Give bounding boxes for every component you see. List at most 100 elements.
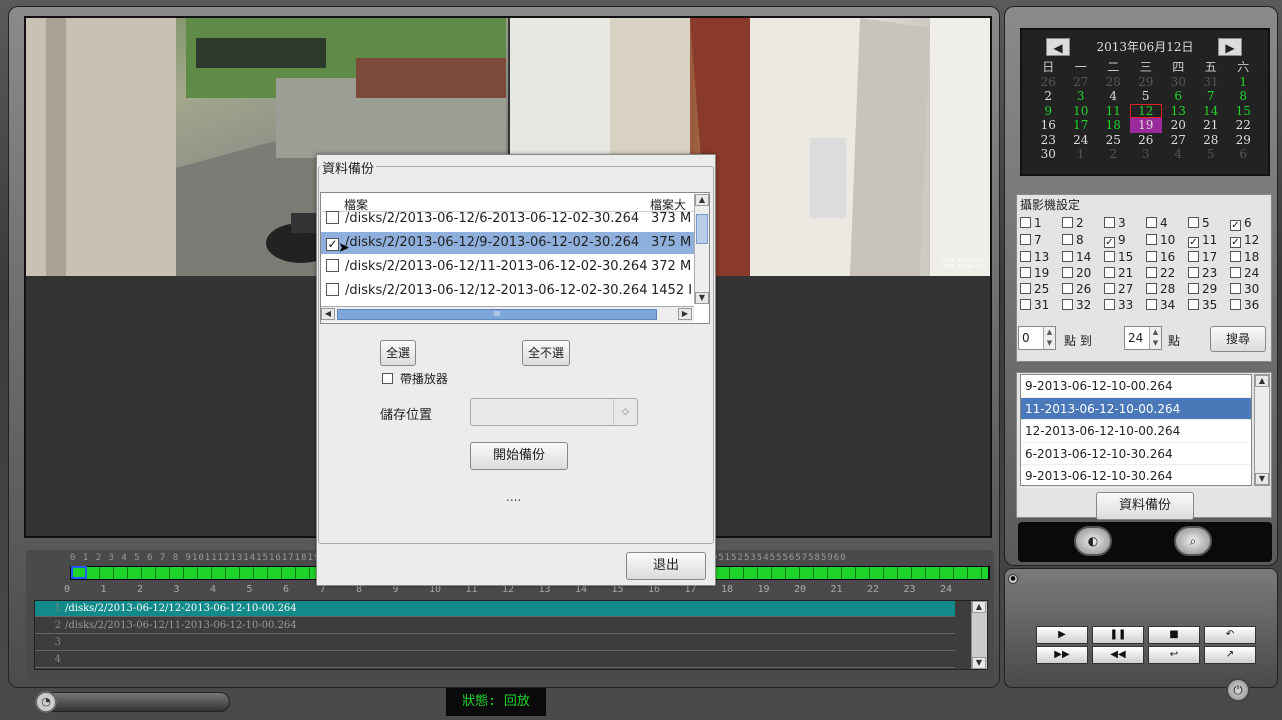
calendar-day[interactable]: 15 xyxy=(1227,104,1260,119)
speaker-icon[interactable]: ◔ xyxy=(35,691,57,713)
play-icon[interactable]: ▶ xyxy=(1036,626,1088,644)
calendar-day[interactable]: 20 xyxy=(1162,118,1195,133)
record-list-item[interactable]: 6-2013-06-12-10-30.264 xyxy=(1021,443,1251,465)
checkbox-icon[interactable] xyxy=(1230,299,1241,310)
checkbox-icon[interactable] xyxy=(1146,283,1157,294)
camera-checkbox-35[interactable]: 35 xyxy=(1188,298,1230,312)
calendar-day[interactable]: 6 xyxy=(1227,147,1260,162)
checkbox-icon[interactable]: ✓ xyxy=(1104,237,1115,248)
next-month-icon[interactable]: ▶ xyxy=(1218,38,1242,56)
checkbox-icon[interactable] xyxy=(1146,267,1157,278)
calendar-day[interactable]: 17 xyxy=(1065,118,1098,133)
exit-button[interactable]: 退出 xyxy=(626,552,706,580)
backup-table-row[interactable]: /disks/2/2013-06-12/12-2013-06-12-02-30.… xyxy=(321,280,694,302)
camera-checkbox-36[interactable]: 36 xyxy=(1230,298,1272,312)
camera-checkbox-18[interactable]: 18 xyxy=(1230,250,1272,264)
calendar-day[interactable]: 24 xyxy=(1065,133,1098,148)
checkbox-icon[interactable] xyxy=(326,283,339,296)
record-list-item[interactable]: 9-2013-06-12-10-00.264 xyxy=(1021,375,1251,398)
step-back-icon[interactable]: ↶ xyxy=(1204,626,1256,644)
checkbox-icon[interactable] xyxy=(1062,267,1073,278)
calendar-day[interactable]: 28 xyxy=(1195,133,1228,148)
calendar-day[interactable]: 30 xyxy=(1162,75,1195,90)
checkbox-icon[interactable] xyxy=(1020,299,1031,310)
playback-search-icon[interactable]: ⌕ xyxy=(1174,526,1212,556)
checkbox-icon[interactable] xyxy=(1062,217,1073,228)
calendar-day[interactable]: 5 xyxy=(1195,147,1228,162)
volume-slider[interactable]: ◔ xyxy=(35,691,230,713)
to-hour-stepper[interactable]: 24 ▲ ▼ xyxy=(1124,326,1162,350)
checkbox-icon[interactable] xyxy=(1020,283,1031,294)
checkbox-icon[interactable]: ✓ xyxy=(1230,220,1241,231)
scroll-thumb[interactable]: III xyxy=(337,309,657,320)
checkbox-icon[interactable]: ✓ xyxy=(1188,237,1199,248)
camera-checkbox-11[interactable]: ✓ 11 xyxy=(1188,233,1230,248)
redo-icon[interactable]: ↗ xyxy=(1204,646,1256,664)
camera-checkbox-27[interactable]: 27 xyxy=(1104,282,1146,296)
checkbox-icon[interactable] xyxy=(1104,267,1115,278)
checkbox-icon[interactable] xyxy=(1188,251,1199,262)
checkbox-icon[interactable] xyxy=(1188,217,1199,228)
camera-checkbox-20[interactable]: 20 xyxy=(1062,266,1104,280)
checkbox-icon[interactable] xyxy=(1146,217,1157,228)
checkbox-icon[interactable] xyxy=(1146,234,1157,245)
camera-checkbox-31[interactable]: 31 xyxy=(1020,298,1062,312)
timeline-cursor[interactable] xyxy=(71,566,87,579)
calendar-day[interactable]: 14 xyxy=(1195,104,1228,119)
save-location-select[interactable]: ◇ xyxy=(470,398,638,426)
calendar-day[interactable]: 18 xyxy=(1097,118,1130,133)
camera-checkbox-12[interactable]: ✓ 12 xyxy=(1230,233,1272,248)
calendar-day[interactable]: 11 xyxy=(1097,104,1130,119)
camera-checkbox-33[interactable]: 33 xyxy=(1104,298,1146,312)
calendar-day[interactable]: 13 xyxy=(1162,104,1195,119)
table-hscrollbar[interactable]: ◀ III ▶ xyxy=(321,306,694,322)
checkbox-icon[interactable] xyxy=(1230,251,1241,262)
checkbox-icon[interactable] xyxy=(1104,299,1115,310)
calendar-day[interactable]: 1 xyxy=(1065,147,1098,162)
camera-checkbox-19[interactable]: 19 xyxy=(1020,266,1062,280)
record-list-item[interactable]: 12-2013-06-12-10-00.264 xyxy=(1021,420,1251,443)
checkbox-icon[interactable] xyxy=(1020,251,1031,262)
record-list-scrollbar[interactable]: ▲ ▼ xyxy=(1254,374,1270,486)
calendar-day[interactable]: 8 xyxy=(1227,89,1260,104)
calendar-day[interactable]: 5 xyxy=(1130,89,1163,104)
calendar-day[interactable]: 7 xyxy=(1195,89,1228,104)
with-player-checkbox[interactable]: 帶播放器 xyxy=(382,370,448,387)
camera-checkbox-1[interactable]: 1 xyxy=(1020,216,1062,231)
calendar-day[interactable]: 6 xyxy=(1162,89,1195,104)
calendar-day[interactable]: 9 xyxy=(1032,104,1065,119)
camera-checkbox-10[interactable]: 10 xyxy=(1146,233,1188,248)
checkbox-icon[interactable] xyxy=(1062,234,1073,245)
checkbox-icon[interactable] xyxy=(1104,283,1115,294)
scroll-thumb[interactable] xyxy=(696,214,708,244)
backup-table-row[interactable]: /disks/2/2013-06-12/6-2013-06-12-02-30.2… xyxy=(321,208,694,230)
live-view-icon[interactable]: ◐ xyxy=(1074,526,1112,556)
calendar-day[interactable]: 26 xyxy=(1032,75,1065,90)
calendar-day[interactable]: 2 xyxy=(1097,147,1130,162)
calendar-day[interactable]: 22 xyxy=(1227,118,1260,133)
calendar-day[interactable]: 4 xyxy=(1162,147,1195,162)
camera-checkbox-9[interactable]: ✓ 9 xyxy=(1104,233,1146,248)
checkbox-icon[interactable] xyxy=(1062,251,1073,262)
stepper-arrows-icon[interactable]: ▲ ▼ xyxy=(1149,327,1161,349)
camera-checkbox-8[interactable]: 8 xyxy=(1062,233,1104,248)
file-list-row[interactable]: 3 xyxy=(35,635,955,651)
table-vscrollbar[interactable]: ▲ ▼ xyxy=(694,194,709,304)
stepper-arrows-icon[interactable]: ▲ ▼ xyxy=(1043,327,1055,349)
camera-checkbox-5[interactable]: 5 xyxy=(1188,216,1230,231)
file-list-row[interactable]: 4 xyxy=(35,652,955,668)
camera-checkbox-25[interactable]: 25 xyxy=(1020,282,1062,296)
calendar-day[interactable]: 27 xyxy=(1065,75,1098,90)
calendar-day[interactable]: 3 xyxy=(1065,89,1098,104)
scroll-up-icon[interactable]: ▲ xyxy=(695,194,709,206)
pause-icon[interactable]: ❚❚ xyxy=(1092,626,1144,644)
scroll-left-icon[interactable]: ◀ xyxy=(321,308,335,320)
camera-checkbox-29[interactable]: 29 xyxy=(1188,282,1230,296)
checkbox-icon[interactable] xyxy=(1188,299,1199,310)
camera-checkbox-34[interactable]: 34 xyxy=(1146,298,1188,312)
checkbox-icon[interactable] xyxy=(1230,267,1241,278)
record-list-item[interactable]: 11-2013-06-12-10-00.264 xyxy=(1021,397,1251,420)
camera-checkbox-23[interactable]: 23 xyxy=(1188,266,1230,280)
checkbox-icon[interactable]: ✓ xyxy=(1230,237,1241,248)
calendar-day[interactable]: 28 xyxy=(1097,75,1130,90)
